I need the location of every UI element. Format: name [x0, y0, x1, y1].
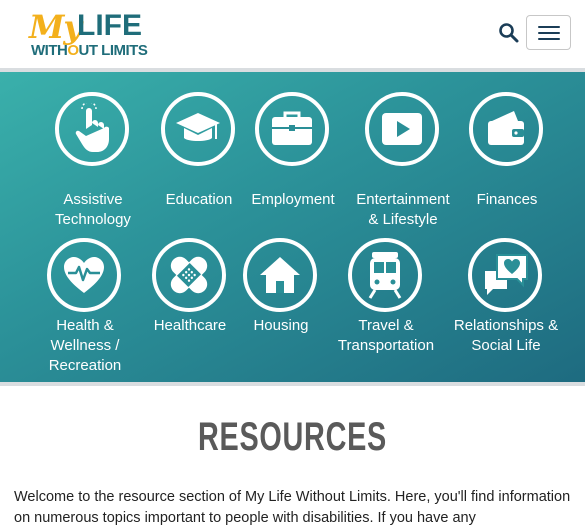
category-circle — [255, 92, 329, 166]
category-label: Health & Wellness / Recreation — [48, 317, 122, 374]
category-label: Assistive Technology — [55, 191, 131, 228]
search-icon — [499, 23, 519, 43]
hamburger-line — [538, 26, 560, 28]
logo-life-text: LIFE — [77, 9, 142, 42]
logo-without-pre: WITH — [31, 42, 68, 59]
category-circle — [348, 238, 422, 312]
category-circle — [152, 238, 226, 312]
train-icon — [368, 252, 402, 299]
category-circle — [55, 92, 129, 166]
category-label: Housing — [253, 317, 309, 334]
hand-pointer-icon — [75, 103, 109, 152]
category-assistive-technology[interactable]: Assistive Technology — [55, 92, 131, 228]
bandage-icon — [170, 256, 208, 294]
category-band: Assistive Technology Education Employmen… — [0, 68, 585, 386]
briefcase-icon — [272, 111, 312, 145]
category-label: Travel & Transportation — [337, 317, 435, 354]
category-circle — [469, 92, 543, 166]
category-health-wellness-recreation[interactable]: Health & Wellness / Recreation — [47, 238, 123, 374]
chat-heart-icon — [485, 254, 528, 295]
category-label: Healthcare — [153, 317, 227, 334]
graduation-cap-icon — [176, 113, 220, 141]
logo-without-post: UT LIMITS — [78, 42, 148, 59]
logo-without-o: O — [67, 42, 79, 59]
page-title: RESOURCES — [198, 415, 387, 459]
heart-pulse-icon — [64, 257, 104, 293]
category-label: Employment — [251, 191, 335, 208]
category-healthcare[interactable]: Healthcare — [152, 238, 228, 358]
category-circle — [47, 238, 121, 312]
site-logo[interactable]: My LIFE WITHOUT LIMITS — [29, 8, 149, 60]
category-entertainment-lifestyle[interactable]: Entertainment & Lifestyle — [356, 92, 450, 228]
site-header: My LIFE WITHOUT LIMITS — [0, 0, 585, 68]
hamburger-line — [538, 32, 560, 34]
category-label: Relationships & Social Life — [453, 317, 559, 354]
category-circle — [161, 92, 235, 166]
house-icon — [260, 257, 300, 293]
category-circle — [365, 92, 439, 166]
category-label: Finances — [476, 191, 538, 208]
category-relationships-social-life[interactable]: Relationships & Social Life — [454, 238, 558, 358]
intro-paragraph: Welcome to the resource section of My Li… — [14, 489, 571, 526]
category-finances[interactable]: Finances — [469, 92, 545, 212]
category-travel-transportation[interactable]: Travel & Transportation — [338, 238, 434, 358]
search-button[interactable] — [498, 22, 520, 44]
category-circle — [243, 238, 317, 312]
category-circle — [468, 238, 542, 312]
hamburger-line — [538, 38, 560, 40]
category-employment[interactable]: Employment — [251, 92, 335, 212]
category-education[interactable]: Education — [161, 92, 237, 212]
category-housing[interactable]: Housing — [243, 238, 319, 358]
play-button-icon — [382, 113, 422, 145]
wallet-icon — [488, 111, 524, 145]
logo-without-limits-text: WITHOUT LIMITS — [31, 42, 148, 59]
category-label: Entertainment & Lifestyle — [356, 191, 450, 228]
menu-toggle-button[interactable] — [526, 15, 571, 50]
logo-my-text: My — [29, 8, 82, 46]
category-label: Education — [165, 191, 233, 208]
